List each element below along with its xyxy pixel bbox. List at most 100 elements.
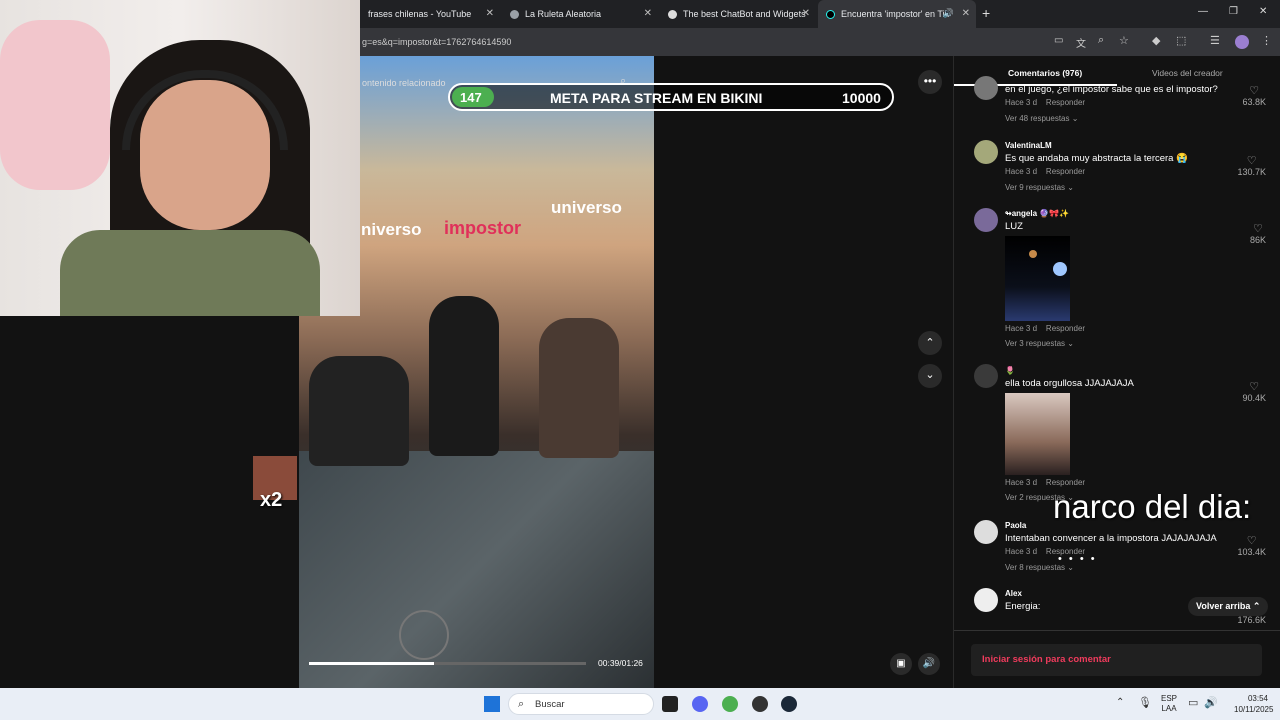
steam-icon[interactable] (781, 696, 797, 712)
comment-user[interactable]: ValentinaLM (1005, 141, 1280, 150)
heart-icon[interactable]: ♡ (1250, 222, 1266, 235)
comment-time: Hace 3 d (1005, 547, 1038, 556)
avatar[interactable] (1235, 35, 1249, 49)
translate-icon[interactable]: 文 (1076, 35, 1086, 50)
earth-shape (1053, 262, 1067, 276)
heart-icon[interactable]: ♡ (1237, 154, 1266, 167)
video-progress-track[interactable] (309, 662, 586, 665)
volume-icon[interactable]: 🔊 (918, 653, 940, 675)
puzzle-icon[interactable]: ⬚ (1176, 34, 1186, 47)
video-caption-impostor: impostor (444, 218, 522, 238)
pip-icon[interactable]: ▣ (890, 653, 912, 675)
search-box[interactable]: ⌕ Buscar (508, 693, 654, 715)
comment-image[interactable] (1005, 236, 1070, 321)
comment-text: ella toda orgullosa JJAJAJAJA (1005, 378, 1134, 389)
speaker-icon[interactable]: 🔊 (943, 8, 954, 19)
avatar[interactable] (974, 364, 998, 388)
minimize-button[interactable]: — (1198, 6, 1208, 17)
like-count: 86K (1249, 235, 1266, 245)
goal-current: 147 (460, 90, 482, 105)
tiktok-icon (826, 9, 835, 19)
avatar[interactable] (974, 208, 998, 232)
comment-user[interactable]: 🌷 (1005, 366, 1280, 375)
tab-youtube[interactable]: frases chilenas - YouTube ✕ (360, 0, 500, 28)
zoom-icon[interactable]: ⌕ (1098, 34, 1104, 47)
reply-link[interactable]: Responder (1046, 167, 1085, 176)
obs-icon[interactable] (752, 696, 768, 712)
comments-panel: Comentarios (976) Videos del creador en … (953, 56, 1280, 688)
goal-target: 10000 (842, 90, 881, 106)
task-view-icon[interactable] (662, 696, 678, 712)
clock[interactable]: 03:54 10/11/2025 (1234, 693, 1273, 715)
avatar[interactable] (974, 588, 998, 612)
tab-chatbot[interactable]: The best ChatBot and Widgets ✕ (660, 0, 816, 28)
language-indicator[interactable]: ESP LAA (1161, 694, 1177, 714)
heart-icon[interactable]: ♡ (1242, 84, 1266, 97)
extension-icon[interactable]: ◆ (1152, 34, 1160, 47)
microphone-icon[interactable]: 🎙 (1138, 696, 1152, 709)
reply-link[interactable]: Responder (1046, 98, 1085, 107)
table-surface (299, 451, 654, 688)
video-progress-fill (309, 662, 434, 665)
view-replies[interactable]: Ver 48 respuestas (1005, 114, 1069, 123)
video-caption-right: universo (551, 198, 622, 217)
more-options-icon[interactable]: ••• (918, 70, 942, 94)
avatar[interactable] (974, 140, 998, 164)
heart-icon[interactable]: ♡ (1237, 534, 1266, 547)
view-replies[interactable]: Ver 8 respuestas (1005, 563, 1065, 572)
person-shape (309, 356, 409, 466)
windows-start-icon[interactable] (484, 696, 500, 712)
back-to-top-button[interactable]: Volver arriba ⌃ (1188, 597, 1269, 616)
discord-icon[interactable] (692, 696, 708, 712)
like-count-group[interactable]: ♡ 90.4K (1242, 380, 1266, 403)
maximize-button[interactable]: ❐ (1229, 6, 1238, 17)
bookmark-icon[interactable]: ☆ (1119, 34, 1129, 47)
new-tab-button[interactable]: + (982, 5, 990, 21)
url-text[interactable]: g=es&q=impostor&t=1762764614590 (362, 37, 511, 47)
cast-icon[interactable]: ▭ (1054, 35, 1063, 46)
tab-ruleta[interactable]: La Ruleta Aleatoria ✕ (502, 0, 658, 28)
avatar[interactable] (974, 520, 998, 544)
view-replies[interactable]: Ver 3 respuestas (1005, 339, 1065, 348)
network-icon[interactable]: ▭ (1188, 696, 1198, 709)
close-icon[interactable]: ✕ (802, 8, 810, 19)
heart-icon[interactable]: ♡ (1242, 380, 1266, 393)
tab-comments[interactable]: Comentarios (976) (1008, 68, 1082, 78)
x2-label: x2 (260, 489, 283, 511)
tab-videos[interactable]: Videos del creador (1152, 68, 1223, 78)
close-icon[interactable]: ✕ (644, 8, 652, 19)
goal-bar: 147 META PARA STREAM EN BIKINI 10000 (448, 83, 894, 111)
like-count-group[interactable]: ♡ 86K (1250, 222, 1266, 245)
video-caption-left: niverso (361, 220, 422, 239)
goal-title: META PARA STREAM EN BIKINI (550, 90, 763, 106)
comment: en el juego, ¿el impostor sabe que es el… (1005, 84, 1280, 123)
chevron-up-icon[interactable]: ⌃ (1116, 697, 1124, 708)
like-count-group[interactable]: ♡ 130.7K (1237, 154, 1266, 177)
kebab-menu-icon[interactable]: ⋮ (1261, 34, 1272, 47)
reply-link[interactable]: Responder (1046, 478, 1085, 487)
chrome-icon[interactable] (722, 696, 738, 712)
menu-list-icon[interactable]: ☰ (1210, 34, 1220, 47)
like-count: 90.4K (1242, 393, 1266, 403)
chevron-up-icon[interactable]: ⌃ (918, 331, 942, 355)
view-replies[interactable]: Ver 9 respuestas (1005, 183, 1065, 192)
login-to-comment[interactable]: Iniciar sesión para comentar (971, 644, 1262, 676)
close-icon[interactable]: ✕ (962, 8, 970, 19)
avatar[interactable] (974, 76, 998, 100)
search-label: Buscar (535, 699, 565, 710)
close-window-button[interactable]: ✕ (1259, 6, 1267, 17)
related-label[interactable]: ontenido relacionado (362, 78, 446, 88)
volume-icon[interactable]: 🔊 (1204, 696, 1218, 709)
close-icon[interactable]: ✕ (486, 8, 494, 19)
reply-link[interactable]: Responder (1046, 324, 1085, 333)
like-count: 130.7K (1237, 167, 1266, 177)
comment-image[interactable] (1005, 393, 1070, 475)
comment-time: Hace 3 d (1005, 478, 1038, 487)
video-time: 00:39/01:26 (598, 658, 643, 668)
like-count-group[interactable]: ♡ 63.8K (1242, 84, 1266, 107)
tab-tiktok[interactable]: Encuentra 'impostor' en Tik 🔊 ✕ (818, 0, 976, 28)
comment-user[interactable]: ↬angela 🔮🎀✨ (1005, 209, 1280, 218)
like-count-group[interactable]: ♡ 103.4K (1237, 534, 1266, 557)
chevron-down-icon[interactable]: ⌄ (918, 364, 942, 388)
comment: ↬angela 🔮🎀✨ LUZ Hace 3 d Responder Ver 3… (1005, 209, 1280, 348)
